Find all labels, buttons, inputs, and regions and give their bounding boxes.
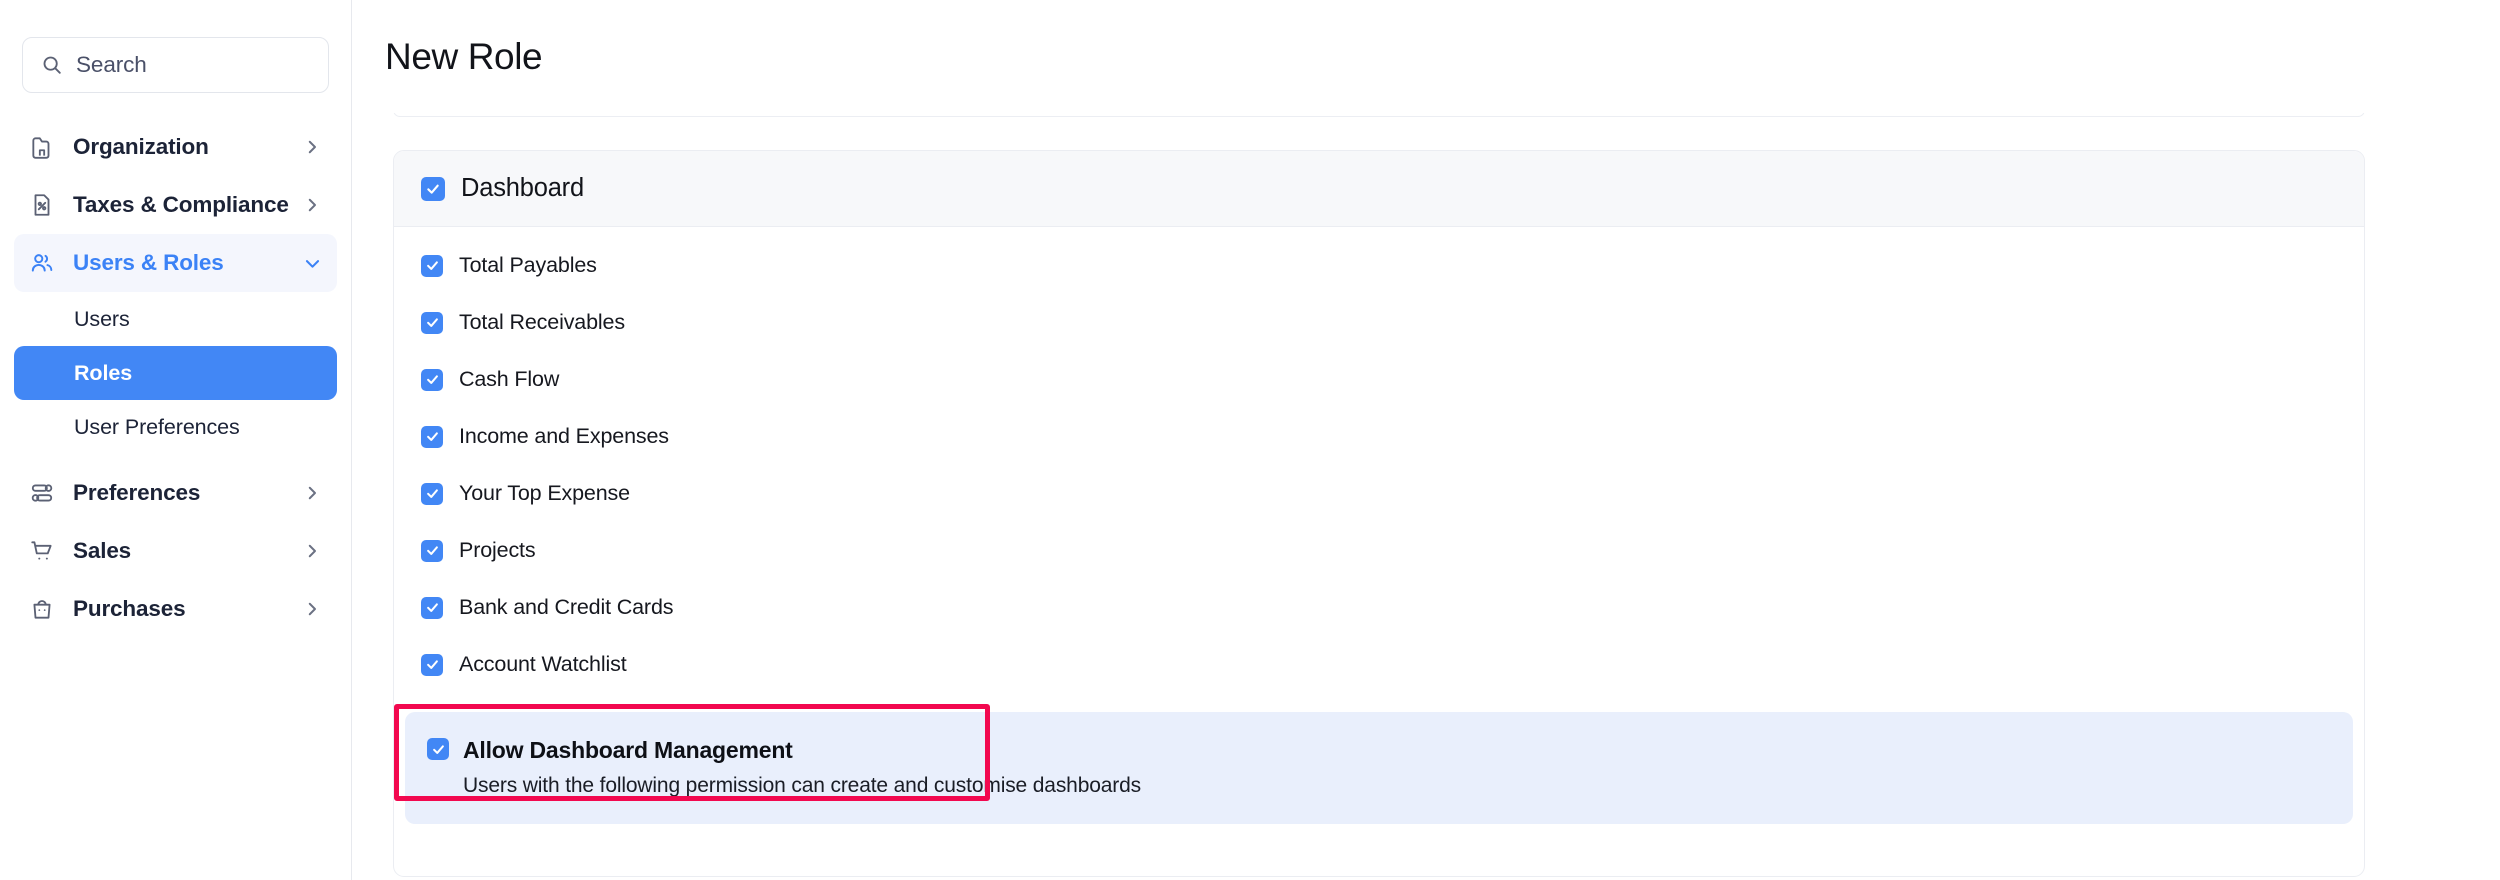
dashboard-group-checkbox[interactable] [421, 176, 445, 201]
permission-row[interactable]: Projects [394, 535, 2364, 566]
purchases-bag-icon [28, 595, 56, 623]
permission-checkbox[interactable] [421, 539, 443, 562]
chevron-right-icon[interactable] [303, 600, 321, 618]
permission-checkbox[interactable] [421, 311, 443, 334]
permission-checkbox[interactable] [421, 425, 443, 448]
dashboard-group-label: Dashboard [461, 174, 584, 202]
permission-label: Cash Flow [459, 367, 560, 391]
permission-label: Bank and Credit Cards [459, 595, 674, 619]
app-root: Organization Taxes & Compliance [0, 0, 2500, 880]
permission-row[interactable]: Total Receivables [394, 307, 2364, 338]
permission-checkbox[interactable] [421, 653, 443, 676]
permission-checkbox[interactable] [421, 482, 443, 505]
permission-label: Total Payables [459, 253, 597, 277]
chevron-right-icon[interactable] [303, 138, 321, 156]
permission-row[interactable]: Your Top Expense [394, 478, 2364, 509]
allow-dashboard-management-band[interactable]: Allow Dashboard Management Users with th… [394, 704, 2353, 825]
main-content: New Role Dashboard Total Payables Total … [352, 0, 2500, 880]
permissions-scroll-area[interactable]: Dashboard Total Payables Total Receivabl… [352, 103, 2500, 880]
permission-checkbox[interactable] [421, 254, 443, 277]
sidebar-item-label: Preferences [73, 480, 201, 505]
row-spacer [394, 395, 2364, 421]
permission-checkbox[interactable] [421, 368, 443, 391]
taxes-compliance-icon [28, 191, 56, 219]
allow-dashboard-management-text: Allow Dashboard Management Users with th… [463, 737, 1142, 798]
allow-dashboard-management-checkbox[interactable] [427, 738, 449, 760]
dashboard-permission-card: Dashboard Total Payables Total Receivabl… [393, 150, 2365, 878]
sidebar-item-sales[interactable]: Sales [14, 522, 337, 580]
sidebar-item-label: Organization [73, 134, 209, 159]
sidebar-subitem-user-preferences[interactable]: User Preferences [14, 400, 337, 454]
permission-label: Projects [459, 538, 536, 562]
sidebar-subitem-label: Users [74, 306, 130, 331]
permission-row[interactable]: Cash Flow [394, 364, 2364, 395]
row-spacer [394, 566, 2364, 592]
dashboard-permission-list: Total Payables Total Receivables Cash Fl… [394, 227, 2364, 876]
chevron-down-icon[interactable] [303, 254, 321, 272]
sidebar-item-label: Taxes & Compliance [73, 192, 289, 217]
sidebar-subitem-label: Roles [74, 360, 133, 385]
search-input[interactable] [76, 52, 310, 78]
sidebar-nav: Organization Taxes & Compliance Users & … [14, 118, 337, 638]
sidebar-item-organization[interactable]: Organization [14, 118, 337, 176]
sidebar-subitem-roles[interactable]: Roles [14, 346, 337, 400]
dashboard-group-header[interactable]: Dashboard [394, 151, 2364, 227]
sidebar-item-taxes-compliance[interactable]: Taxes & Compliance [14, 176, 337, 234]
page-title: New Role [385, 35, 543, 77]
page-header: New Role [352, 0, 2500, 113]
row-spacer [394, 281, 2364, 307]
chevron-right-icon[interactable] [303, 484, 321, 502]
search-box[interactable] [22, 37, 329, 93]
users-roles-icon [28, 249, 56, 277]
card-bottom-padding [394, 824, 2364, 876]
sidebar: Organization Taxes & Compliance [0, 0, 352, 880]
chevron-right-icon[interactable] [303, 196, 321, 214]
permission-label: Your Top Expense [459, 481, 630, 505]
sidebar-item-label: Sales [73, 538, 132, 563]
permission-row[interactable]: Total Payables [394, 250, 2364, 281]
sidebar-item-preferences[interactable]: Preferences [14, 464, 337, 522]
search-icon [41, 54, 63, 76]
row-spacer [394, 509, 2364, 535]
sidebar-item-label: Users & Roles [73, 250, 224, 275]
permission-label: Account Watchlist [459, 652, 627, 676]
permission-checkbox[interactable] [421, 596, 443, 619]
sales-cart-icon [28, 537, 56, 565]
row-spacer [394, 452, 2364, 478]
permission-row[interactable]: Income and Expenses [394, 421, 2364, 452]
row-spacer [394, 623, 2364, 649]
permission-row[interactable]: Bank and Credit Cards [394, 592, 2364, 623]
sidebar-subitem-users[interactable]: Users [14, 292, 337, 346]
permission-label: Total Receivables [459, 310, 625, 334]
permission-row[interactable]: Account Watchlist [394, 649, 2364, 680]
allow-dashboard-management-row[interactable]: Allow Dashboard Management Users with th… [405, 737, 2353, 798]
sidebar-item-purchases[interactable]: Purchases [14, 580, 337, 638]
allow-dashboard-management-description: Users with the following permission can … [463, 774, 1142, 798]
sidebar-item-users-roles[interactable]: Users & Roles [14, 234, 337, 292]
permission-label: Income and Expenses [459, 424, 669, 448]
chevron-right-icon[interactable] [303, 542, 321, 560]
row-spacer [394, 338, 2364, 364]
preferences-icon [28, 479, 56, 507]
organization-icon [28, 133, 56, 161]
sidebar-item-label: Purchases [73, 596, 186, 621]
sidebar-subitem-label: User Preferences [74, 414, 240, 439]
allow-dashboard-management-title: Allow Dashboard Management [463, 737, 793, 763]
